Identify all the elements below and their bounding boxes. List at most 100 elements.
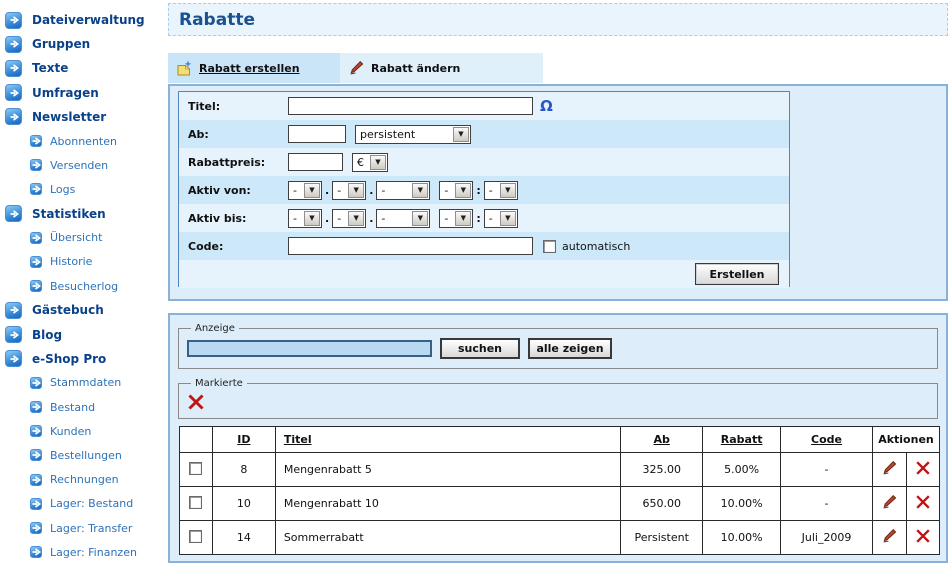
ab-mode-select[interactable]: persistent ▼ xyxy=(355,125,471,144)
sidebar-item-versenden[interactable]: Versenden xyxy=(0,153,166,177)
arrow-icon xyxy=(30,449,42,461)
row-checkbox[interactable] xyxy=(189,530,202,543)
row-checkbox[interactable] xyxy=(189,496,202,509)
arrow-icon xyxy=(30,425,42,437)
edit-action-button[interactable] xyxy=(881,528,897,544)
row-checkbox[interactable] xyxy=(189,462,202,475)
code-label: Code: xyxy=(188,240,288,253)
sidebar-item-historie[interactable]: Historie xyxy=(0,250,166,274)
sidebar-item-newsletter[interactable]: Newsletter xyxy=(0,105,166,129)
aktiv-von-selects: -▼.-▼.-▼ -▼:-▼ xyxy=(288,181,518,200)
delete-action-button[interactable] xyxy=(915,460,931,476)
arrow-right-icon xyxy=(9,305,19,315)
code-input[interactable] xyxy=(288,237,533,255)
show-all-button[interactable]: alle zeigen xyxy=(528,338,612,359)
aktiv-bis-date-select-0[interactable]: -▼ xyxy=(288,209,322,228)
arrow-icon xyxy=(30,474,42,486)
rabattpreis-input[interactable] xyxy=(288,153,343,171)
red-x-icon xyxy=(915,494,931,510)
cell-code: - xyxy=(781,453,873,487)
aktiv-bis-label: Aktiv bis: xyxy=(188,212,288,225)
arrow-icon xyxy=(5,302,22,319)
cell-ab: 325.00 xyxy=(621,453,703,487)
sidebar-item-gruppen[interactable]: Gruppen xyxy=(0,32,166,56)
arrow-right-icon xyxy=(31,450,41,460)
aktiv-bis-date-select-2[interactable]: -▼ xyxy=(376,209,430,228)
cell-titel: Mengenrabatt 10 xyxy=(275,487,620,521)
sidebar-item-logs[interactable]: Logs xyxy=(0,177,166,201)
create-discount-panel: Titel: Ω Ab: persistent ▼ Rabattpreis: xyxy=(168,84,948,301)
arrow-right-icon xyxy=(9,209,19,219)
sidebar-item-gästebuch[interactable]: Gästebuch xyxy=(0,298,166,322)
sidebar-item-übersicht[interactable]: Übersicht xyxy=(0,226,166,250)
arrow-icon xyxy=(30,183,42,195)
edit-action-button[interactable] xyxy=(881,494,897,510)
sidebar-item-lager-bestand[interactable]: Lager: Bestand xyxy=(0,492,166,516)
dropdown-arrow-icon: ▼ xyxy=(348,183,364,198)
red-x-icon xyxy=(187,393,205,411)
search-button[interactable]: suchen xyxy=(440,338,520,359)
dropdown-arrow-icon: ▼ xyxy=(348,211,364,226)
sidebar-item-besucherlog[interactable]: Besucherlog xyxy=(0,274,166,298)
sidebar-item-bestellungen[interactable]: Bestellungen xyxy=(0,443,166,467)
delete-action-button[interactable] xyxy=(915,528,931,544)
delete-action-button[interactable] xyxy=(915,494,931,510)
sidebar-item-label: Logs xyxy=(50,183,75,196)
sidebar-item-texte[interactable]: Texte xyxy=(0,56,166,80)
currency-select[interactable]: € ▼ xyxy=(352,153,388,172)
sidebar-item-rechnungen[interactable]: Rechnungen xyxy=(0,468,166,492)
sidebar-item-lager-finanzen[interactable]: Lager: Finanzen xyxy=(0,540,166,564)
aktiv-von-date-select-2[interactable]: -▼ xyxy=(376,181,430,200)
aktiv-von-date-select-3[interactable]: -▼ xyxy=(439,181,473,200)
dropdown-arrow-icon: ▼ xyxy=(304,211,320,226)
app: DateiverwaltungGruppenTexteUmfragenNewsl… xyxy=(0,0,950,565)
erstellen-button[interactable]: Erstellen xyxy=(695,263,779,285)
special-chars-button[interactable]: Ω xyxy=(540,97,553,115)
sidebar-item-label: Abonnenten xyxy=(50,135,117,148)
arrow-right-icon xyxy=(9,39,19,49)
sort-titel[interactable]: Titel xyxy=(284,433,312,446)
aktiv-bis-date-select-1[interactable]: -▼ xyxy=(332,209,366,228)
sidebar-item-label: Lager: Bestand xyxy=(50,497,133,510)
sort-id[interactable]: ID xyxy=(237,433,250,446)
select-value: - xyxy=(489,184,493,197)
sidebar-item-label: Lager: Transfer xyxy=(50,522,132,535)
tab-rabatt-aendern[interactable]: Rabatt ändern xyxy=(340,53,543,83)
form-row-titel: Titel: Ω xyxy=(179,92,789,120)
aktiv-von-date-select-0[interactable]: -▼ xyxy=(288,181,322,200)
arrow-right-icon xyxy=(9,354,19,364)
sidebar-item-abonnenten[interactable]: Abonnenten xyxy=(0,129,166,153)
arrow-icon xyxy=(30,401,42,413)
form-row-aktiv-bis: Aktiv bis: -▼.-▼.-▼ -▼:-▼ xyxy=(179,204,789,232)
date-separator: . xyxy=(369,184,373,197)
aktiv-von-date-select-4[interactable]: -▼ xyxy=(484,181,518,200)
tab-rabatt-erstellen[interactable]: Rabatt erstellen xyxy=(168,53,340,83)
sidebar-item-umfragen[interactable]: Umfragen xyxy=(0,81,166,105)
ab-input[interactable] xyxy=(288,125,346,143)
cell-ab: Persistent xyxy=(621,521,703,555)
form-row-code: Code: automatisch xyxy=(179,232,789,260)
aktiv-bis-date-select-3[interactable]: -▼ xyxy=(439,209,473,228)
sort-code[interactable]: Code xyxy=(811,433,842,446)
sidebar-item-lager-transfer[interactable]: Lager: Transfer xyxy=(0,516,166,540)
select-value: - xyxy=(489,212,493,225)
aktiv-bis-date-select-4[interactable]: -▼ xyxy=(484,209,518,228)
sidebar-item-kunden[interactable]: Kunden xyxy=(0,419,166,443)
sort-rabatt[interactable]: Rabatt xyxy=(721,433,763,446)
aktiv-von-date-select-1[interactable]: -▼ xyxy=(332,181,366,200)
sidebar-item-blog[interactable]: Blog xyxy=(0,322,166,346)
arrow-right-icon xyxy=(31,523,41,533)
sidebar-item-bestand[interactable]: Bestand xyxy=(0,395,166,419)
delete-selected-button[interactable] xyxy=(187,393,205,411)
titel-input[interactable] xyxy=(288,97,533,115)
form-row-aktiv-von: Aktiv von: -▼.-▼.-▼ -▼:-▼ xyxy=(179,176,789,204)
sort-ab[interactable]: Ab xyxy=(654,433,670,446)
code-auto-checkbox[interactable] xyxy=(543,240,556,253)
sidebar-item-stammdaten[interactable]: Stammdaten xyxy=(0,371,166,395)
search-input[interactable] xyxy=(187,340,432,357)
edit-action-button[interactable] xyxy=(881,460,897,476)
sidebar-item-dateiverwaltung[interactable]: Dateiverwaltung xyxy=(0,8,166,32)
sidebar: DateiverwaltungGruppenTexteUmfragenNewsl… xyxy=(0,0,166,565)
sidebar-item-e-shop-pro[interactable]: e-Shop Pro xyxy=(0,347,166,371)
sidebar-item-statistiken[interactable]: Statistiken xyxy=(0,202,166,226)
